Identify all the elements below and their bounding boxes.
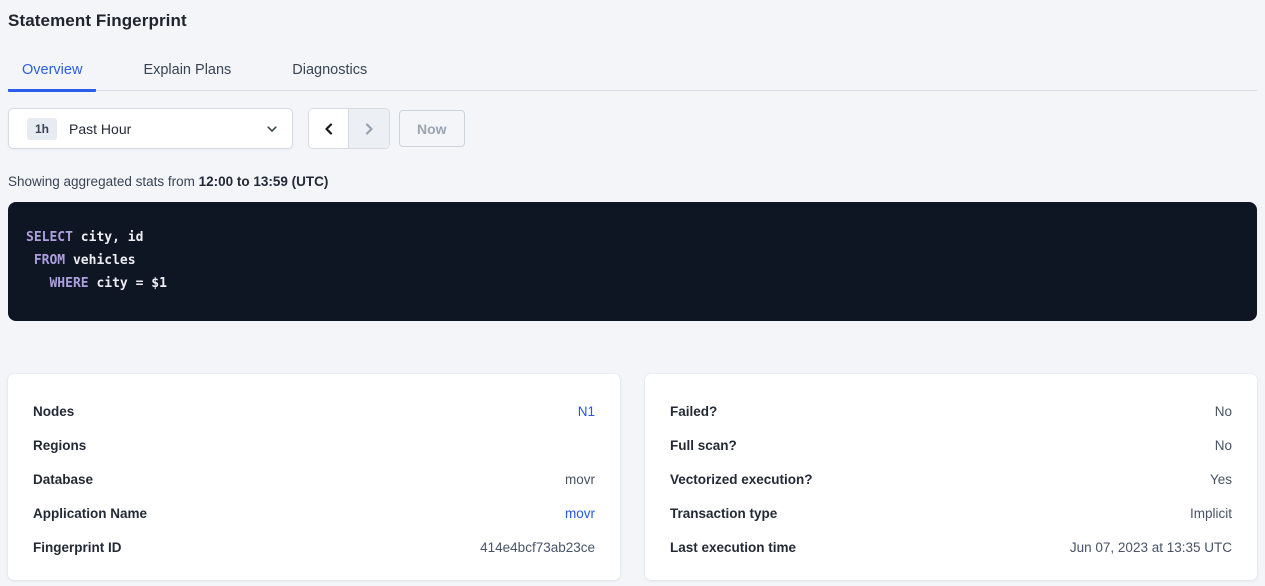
- row-label: Nodes: [33, 404, 74, 419]
- card-row: Full scan? No: [670, 428, 1232, 462]
- interval-badge: 1h: [27, 118, 57, 140]
- sql-text: city, id: [73, 230, 143, 245]
- row-label: Database: [33, 472, 93, 487]
- row-value-link[interactable]: N1: [578, 404, 595, 419]
- sql-keyword: SELECT: [26, 230, 73, 245]
- sql-line: SELECT city, id: [26, 226, 1239, 249]
- card-row: Nodes N1: [33, 394, 595, 428]
- sql-text: vehicles: [65, 253, 135, 268]
- row-label: Regions: [33, 438, 86, 453]
- tab-overview[interactable]: Overview: [8, 53, 96, 92]
- aggregated-stats-line: Showing aggregated stats from 12:00 to 1…: [8, 174, 1257, 189]
- row-value: No: [1215, 404, 1232, 419]
- row-value-link[interactable]: movr: [565, 506, 595, 521]
- row-value: Jun 07, 2023 at 13:35 UTC: [1070, 540, 1232, 555]
- sql-line: FROM vehicles: [26, 249, 1239, 272]
- interval-label: Past Hour: [69, 121, 131, 137]
- card-row: Failed? No: [670, 394, 1232, 428]
- time-range-arrows: [308, 108, 390, 149]
- card-row: Last execution time Jun 07, 2023 at 13:35…: [670, 530, 1232, 564]
- statement-fingerprint-page: Statement Fingerprint Overview Explain Pl…: [0, 0, 1265, 580]
- row-label: Vectorized execution?: [670, 472, 813, 487]
- row-label: Full scan?: [670, 438, 737, 453]
- chevron-left-icon: [322, 122, 336, 136]
- chevron-right-icon: [362, 122, 376, 136]
- row-value: 414e4bcf73ab23ce: [480, 540, 595, 555]
- summary-cards-row: NodesN1RegionsDatabasemovrApplication Na…: [8, 374, 1257, 580]
- card-row: Application Name movr: [33, 496, 595, 530]
- sql-keyword: FROM: [34, 253, 65, 268]
- sql-text: [26, 276, 49, 291]
- row-value: No: [1215, 438, 1232, 453]
- statement-details-card: NodesN1RegionsDatabasemovrApplication Na…: [8, 374, 620, 580]
- card-row: Regions: [33, 428, 595, 462]
- tab-diagnostics[interactable]: Diagnostics: [278, 53, 381, 92]
- row-label: Application Name: [33, 506, 147, 521]
- tab-explain-plans[interactable]: Explain Plans: [129, 53, 245, 92]
- row-label: Failed?: [670, 404, 717, 419]
- stats-range: 12:00 to 13:59 (UTC): [199, 174, 329, 189]
- sql-line: WHERE city = $1: [26, 272, 1239, 295]
- card-row: Vectorized execution? Yes: [670, 462, 1232, 496]
- prev-time-range-button[interactable]: [309, 109, 349, 148]
- sql-keyword: WHERE: [49, 276, 88, 291]
- row-label: Transaction type: [670, 506, 777, 521]
- now-button[interactable]: Now: [399, 110, 465, 147]
- card-row: Fingerprint ID 414e4bcf73ab23ce: [33, 530, 595, 564]
- row-value: movr: [565, 472, 595, 487]
- row-value: Implicit: [1190, 506, 1232, 521]
- sql-text: city = $1: [89, 276, 167, 291]
- chevron-down-icon: [266, 123, 278, 135]
- sql-text: [26, 253, 34, 268]
- tab-bar: Overview Explain Plans Diagnostics: [8, 53, 1257, 91]
- row-label: Last execution time: [670, 540, 796, 555]
- card-row: Transaction type Implicit: [670, 496, 1232, 530]
- sql-query-box: SELECT city, id FROM vehicles WHERE city…: [8, 202, 1257, 321]
- row-label: Fingerprint ID: [33, 540, 122, 555]
- next-time-range-button[interactable]: [349, 109, 389, 148]
- row-value: Yes: [1210, 472, 1232, 487]
- time-controls: 1h Past Hour Now: [8, 108, 1257, 149]
- stats-prefix: Showing aggregated stats from: [8, 174, 199, 189]
- execution-attributes-card: Failed? No Full scan? No Vectorized executio…: [645, 374, 1257, 580]
- time-interval-dropdown[interactable]: 1h Past Hour: [8, 108, 293, 149]
- page-title: Statement Fingerprint: [8, 0, 1257, 31]
- card-row: Database movr: [33, 462, 595, 496]
